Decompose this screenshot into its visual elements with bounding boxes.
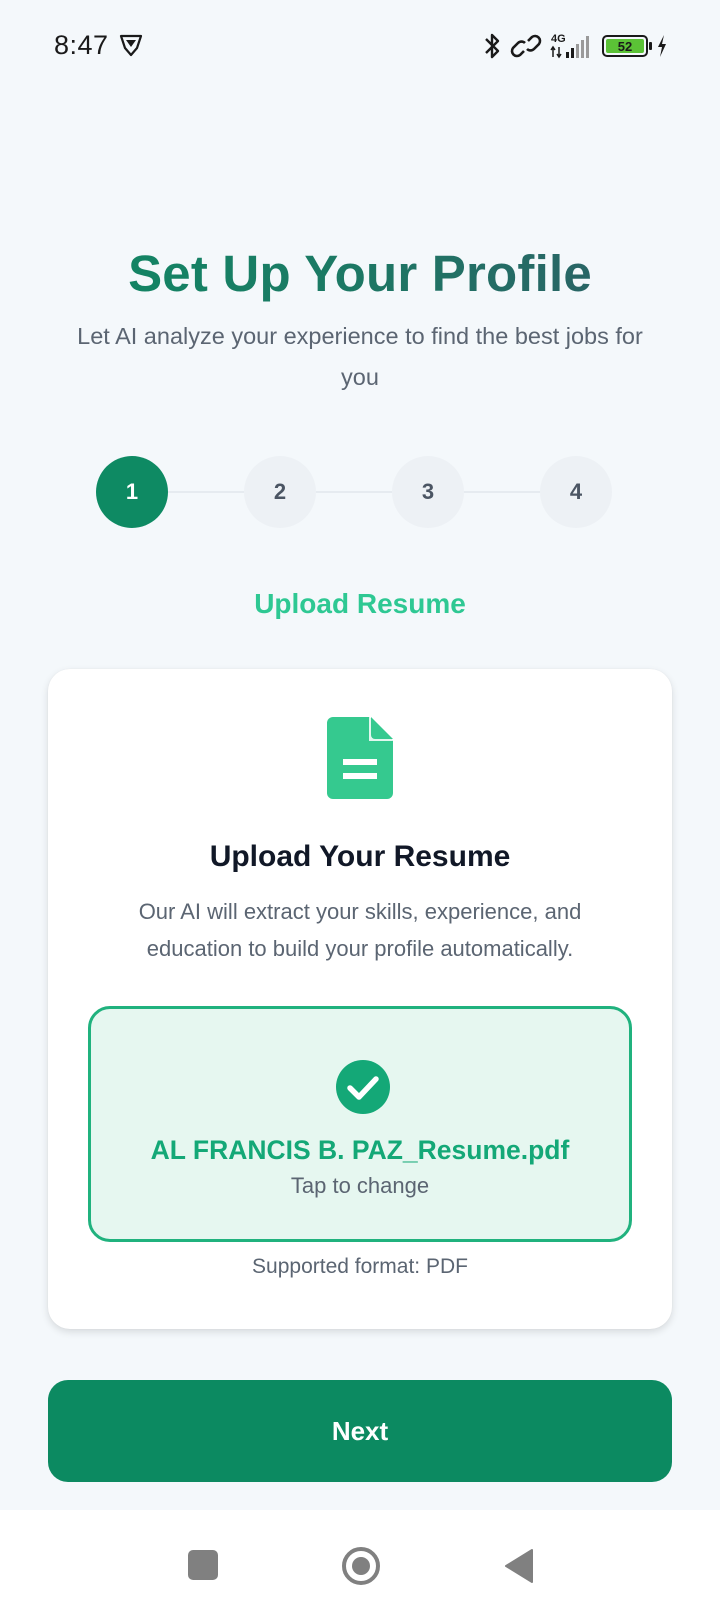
stepper-connector — [132, 491, 588, 493]
step-1: 1 — [96, 456, 168, 528]
back-icon[interactable] — [504, 1548, 534, 1584]
supported-format-note: Supported format: PDF — [252, 1255, 468, 1278]
current-step-label: Upload Resume — [254, 588, 466, 619]
system-nav-bar — [0, 1510, 720, 1600]
progress-stepper: 1 2 3 4 — [96, 456, 624, 528]
bluetooth-icon — [485, 33, 500, 59]
status-bar: 8:47 4G 52 — [0, 0, 720, 92]
tap-to-change-hint: Tap to change — [290, 1173, 430, 1198]
battery-icon: 52 — [602, 35, 652, 57]
signal-icon: 4G — [550, 33, 589, 59]
page-subtitle: Let AI analyze your experience to find t… — [77, 323, 643, 390]
home-icon[interactable] — [341, 1546, 381, 1586]
link-icon — [510, 34, 542, 58]
vpn-shield-icon — [119, 34, 143, 57]
battery-level: 52 — [606, 39, 644, 54]
next-button[interactable]: Next — [48, 1380, 672, 1482]
check-circle-icon — [336, 1060, 390, 1114]
card-description: Our AI will extract your skills, experie… — [138, 899, 582, 961]
recents-icon[interactable] — [188, 1550, 218, 1580]
resume-upload-area[interactable]: AL FRANCIS B. PAZ_Resume.pdf Tap to chan… — [88, 1006, 632, 1242]
step-3: 3 — [392, 456, 464, 528]
page-title: Set Up Your Profile — [0, 244, 720, 303]
svg-text:4G: 4G — [551, 33, 566, 45]
status-icons: 4G 52 — [482, 30, 668, 62]
status-time: 8:47 — [54, 30, 109, 60]
charging-icon — [658, 35, 666, 57]
step-4: 4 — [540, 456, 612, 528]
step-2: 2 — [244, 456, 316, 528]
uploaded-file-name: AL FRANCIS B. PAZ_Resume.pdf — [150, 1135, 570, 1165]
screen: 8:47 4G 52 Set Up Your Profile Let AI an… — [0, 0, 720, 1600]
upload-card: Upload Your Resume Our AI will extract y… — [48, 669, 672, 1329]
document-icon — [327, 717, 393, 799]
card-title: Upload Your Resume — [209, 840, 511, 873]
